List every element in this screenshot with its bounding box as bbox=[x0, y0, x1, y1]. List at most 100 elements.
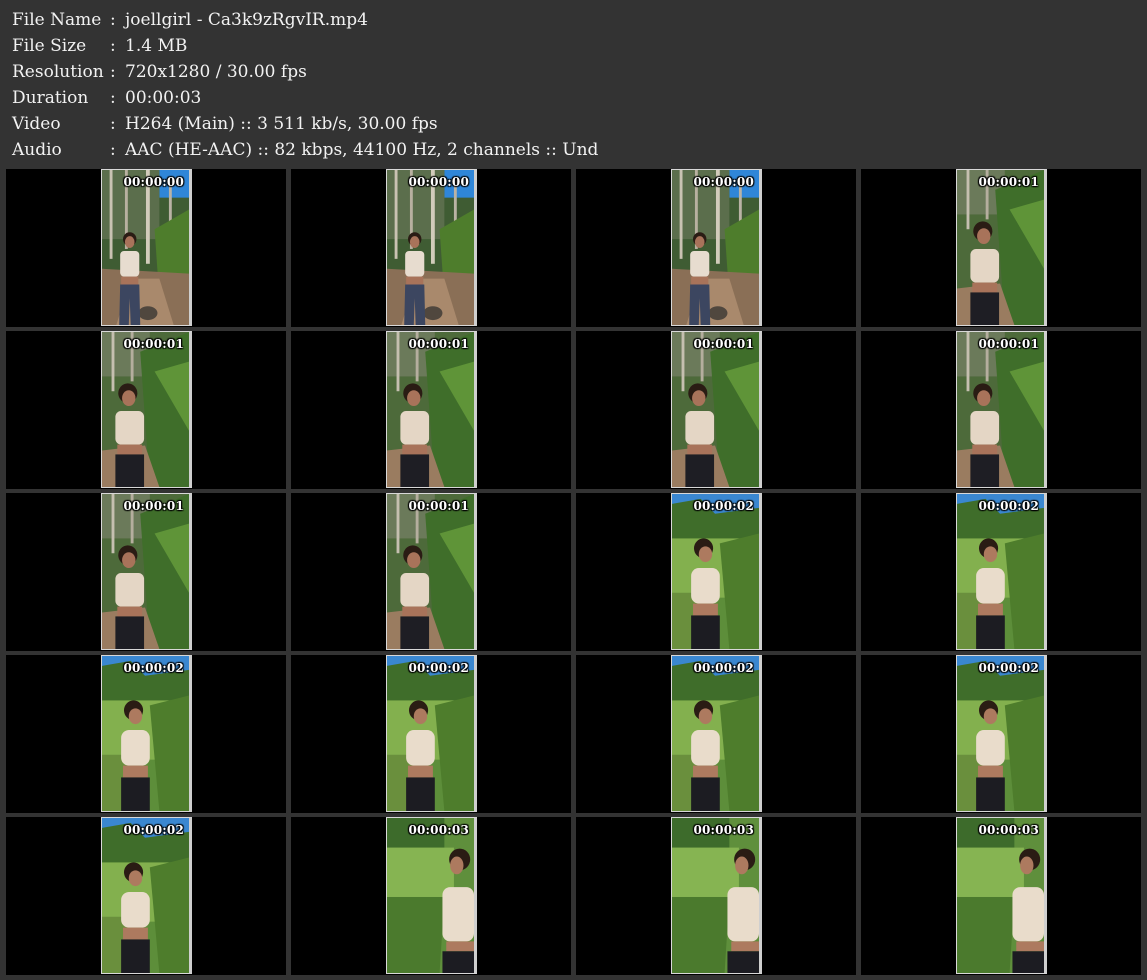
frame-timestamp: 00:00:01 bbox=[123, 499, 184, 513]
info-separator: : bbox=[110, 36, 116, 56]
video-frame-image bbox=[957, 494, 1044, 649]
thumbnail-cell: 00:00:03 bbox=[291, 817, 571, 975]
frame-timestamp: 00:00:02 bbox=[978, 499, 1039, 513]
info-label: Video bbox=[12, 114, 61, 134]
frame-timestamp: 00:00:01 bbox=[978, 175, 1039, 189]
info-label: Audio bbox=[12, 140, 62, 160]
frame-timestamp: 00:00:03 bbox=[978, 823, 1039, 837]
frame-timestamp: 00:00:00 bbox=[123, 175, 184, 189]
video-frame-image bbox=[672, 170, 759, 325]
info-row-resolution: Resolution : 720x1280 / 30.00 fps bbox=[12, 59, 1132, 85]
video-thumbnail[interactable]: 00:00:01 bbox=[956, 331, 1047, 488]
video-frame-image bbox=[672, 494, 759, 649]
video-thumbnail[interactable]: 00:00:01 bbox=[386, 493, 477, 650]
info-value: AAC (HE-AAC) :: 82 kbps, 44100 Hz, 2 cha… bbox=[125, 140, 599, 160]
thumbnail-cell: 00:00:01 bbox=[291, 331, 571, 489]
info-separator: : bbox=[110, 10, 116, 30]
frame-timestamp: 00:00:03 bbox=[408, 823, 469, 837]
info-separator: : bbox=[110, 114, 116, 134]
info-value: H264 (Main) :: 3 511 kb/s, 30.00 fps bbox=[125, 114, 438, 134]
video-thumbnail[interactable]: 00:00:01 bbox=[101, 493, 192, 650]
info-value: 720x1280 / 30.00 fps bbox=[125, 62, 307, 82]
video-frame-image bbox=[102, 656, 189, 811]
frame-timestamp: 00:00:01 bbox=[123, 337, 184, 351]
video-thumbnail[interactable]: 00:00:03 bbox=[671, 817, 762, 974]
thumbnail-cell: 00:00:01 bbox=[6, 493, 286, 651]
video-frame-image bbox=[957, 818, 1044, 973]
info-label: File Name bbox=[12, 10, 102, 30]
info-value: 1.4 MB bbox=[125, 36, 188, 56]
info-row-file-size: File Size : 1.4 MB bbox=[12, 33, 1132, 59]
video-thumbnail[interactable]: 00:00:00 bbox=[101, 169, 192, 326]
contact-sheet: File Name : joellgirl - Ca3k9zRgvIR.mp4 … bbox=[0, 0, 1147, 980]
video-frame-image bbox=[387, 494, 474, 649]
frame-timestamp: 00:00:01 bbox=[408, 337, 469, 351]
frame-timestamp: 00:00:02 bbox=[408, 661, 469, 675]
thumbnail-cell: 00:00:03 bbox=[861, 817, 1141, 975]
frame-timestamp: 00:00:02 bbox=[978, 661, 1039, 675]
video-frame-image bbox=[102, 818, 189, 973]
video-thumbnail[interactable]: 00:00:02 bbox=[956, 493, 1047, 650]
thumbnail-cell: 00:00:00 bbox=[6, 169, 286, 327]
info-row-audio: Audio : AAC (HE-AAC) :: 82 kbps, 44100 H… bbox=[12, 137, 1132, 163]
video-thumbnail[interactable]: 00:00:00 bbox=[671, 169, 762, 326]
video-thumbnail[interactable]: 00:00:01 bbox=[386, 331, 477, 488]
file-info-panel: File Name : joellgirl - Ca3k9zRgvIR.mp4 … bbox=[12, 7, 1132, 163]
video-frame-image bbox=[672, 818, 759, 973]
video-thumbnail[interactable]: 00:00:02 bbox=[101, 655, 192, 812]
thumbnail-cell: 00:00:01 bbox=[291, 493, 571, 651]
video-thumbnail[interactable]: 00:00:02 bbox=[101, 817, 192, 974]
frame-timestamp: 00:00:00 bbox=[693, 175, 754, 189]
video-thumbnail[interactable]: 00:00:01 bbox=[101, 331, 192, 488]
thumbnail-cell: 00:00:01 bbox=[576, 331, 856, 489]
video-thumbnail[interactable]: 00:00:03 bbox=[956, 817, 1047, 974]
frame-timestamp: 00:00:01 bbox=[693, 337, 754, 351]
info-separator: : bbox=[110, 140, 116, 160]
video-thumbnail[interactable]: 00:00:02 bbox=[386, 655, 477, 812]
video-thumbnail[interactable]: 00:00:02 bbox=[671, 655, 762, 812]
thumbnail-cell: 00:00:01 bbox=[6, 331, 286, 489]
thumbnail-cell: 00:00:02 bbox=[861, 655, 1141, 813]
frame-timestamp: 00:00:01 bbox=[978, 337, 1039, 351]
thumbnail-cell: 00:00:03 bbox=[576, 817, 856, 975]
thumbnail-cell: 00:00:00 bbox=[291, 169, 571, 327]
frame-timestamp: 00:00:02 bbox=[693, 499, 754, 513]
thumbnail-cell: 00:00:01 bbox=[861, 331, 1141, 489]
video-thumbnail[interactable]: 00:00:02 bbox=[956, 655, 1047, 812]
video-thumbnail[interactable]: 00:00:01 bbox=[956, 169, 1047, 326]
video-frame-image bbox=[387, 170, 474, 325]
video-frame-image bbox=[387, 332, 474, 487]
frame-timestamp: 00:00:03 bbox=[693, 823, 754, 837]
video-thumbnail[interactable]: 00:00:03 bbox=[386, 817, 477, 974]
thumbnail-grid: 00:00:00 00:00:00 00:00:00 00:00:01 00:0… bbox=[6, 169, 1142, 975]
video-frame-image bbox=[672, 332, 759, 487]
thumbnail-cell: 00:00:00 bbox=[576, 169, 856, 327]
thumbnail-cell: 00:00:01 bbox=[861, 169, 1141, 327]
frame-timestamp: 00:00:01 bbox=[408, 499, 469, 513]
video-frame-image bbox=[957, 170, 1044, 325]
frame-timestamp: 00:00:02 bbox=[123, 661, 184, 675]
info-separator: : bbox=[110, 62, 116, 82]
info-label: Duration bbox=[12, 88, 89, 108]
info-label: File Size bbox=[12, 36, 87, 56]
video-frame-image bbox=[102, 494, 189, 649]
thumbnail-cell: 00:00:02 bbox=[6, 817, 286, 975]
video-frame-image bbox=[957, 656, 1044, 811]
thumbnail-cell: 00:00:02 bbox=[861, 493, 1141, 651]
info-row-file-name: File Name : joellgirl - Ca3k9zRgvIR.mp4 bbox=[12, 7, 1132, 33]
info-row-duration: Duration : 00:00:03 bbox=[12, 85, 1132, 111]
frame-timestamp: 00:00:00 bbox=[408, 175, 469, 189]
frame-timestamp: 00:00:02 bbox=[693, 661, 754, 675]
info-separator: : bbox=[110, 88, 116, 108]
video-frame-image bbox=[957, 332, 1044, 487]
thumbnail-cell: 00:00:02 bbox=[6, 655, 286, 813]
info-row-video: Video : H264 (Main) :: 3 511 kb/s, 30.00… bbox=[12, 111, 1132, 137]
video-thumbnail[interactable]: 00:00:01 bbox=[671, 331, 762, 488]
thumbnail-cell: 00:00:02 bbox=[576, 493, 856, 651]
info-label: Resolution bbox=[12, 62, 104, 82]
info-value: joellgirl - Ca3k9zRgvIR.mp4 bbox=[125, 10, 368, 30]
video-frame-image bbox=[102, 332, 189, 487]
video-frame-image bbox=[387, 818, 474, 973]
video-thumbnail[interactable]: 00:00:02 bbox=[671, 493, 762, 650]
video-thumbnail[interactable]: 00:00:00 bbox=[386, 169, 477, 326]
